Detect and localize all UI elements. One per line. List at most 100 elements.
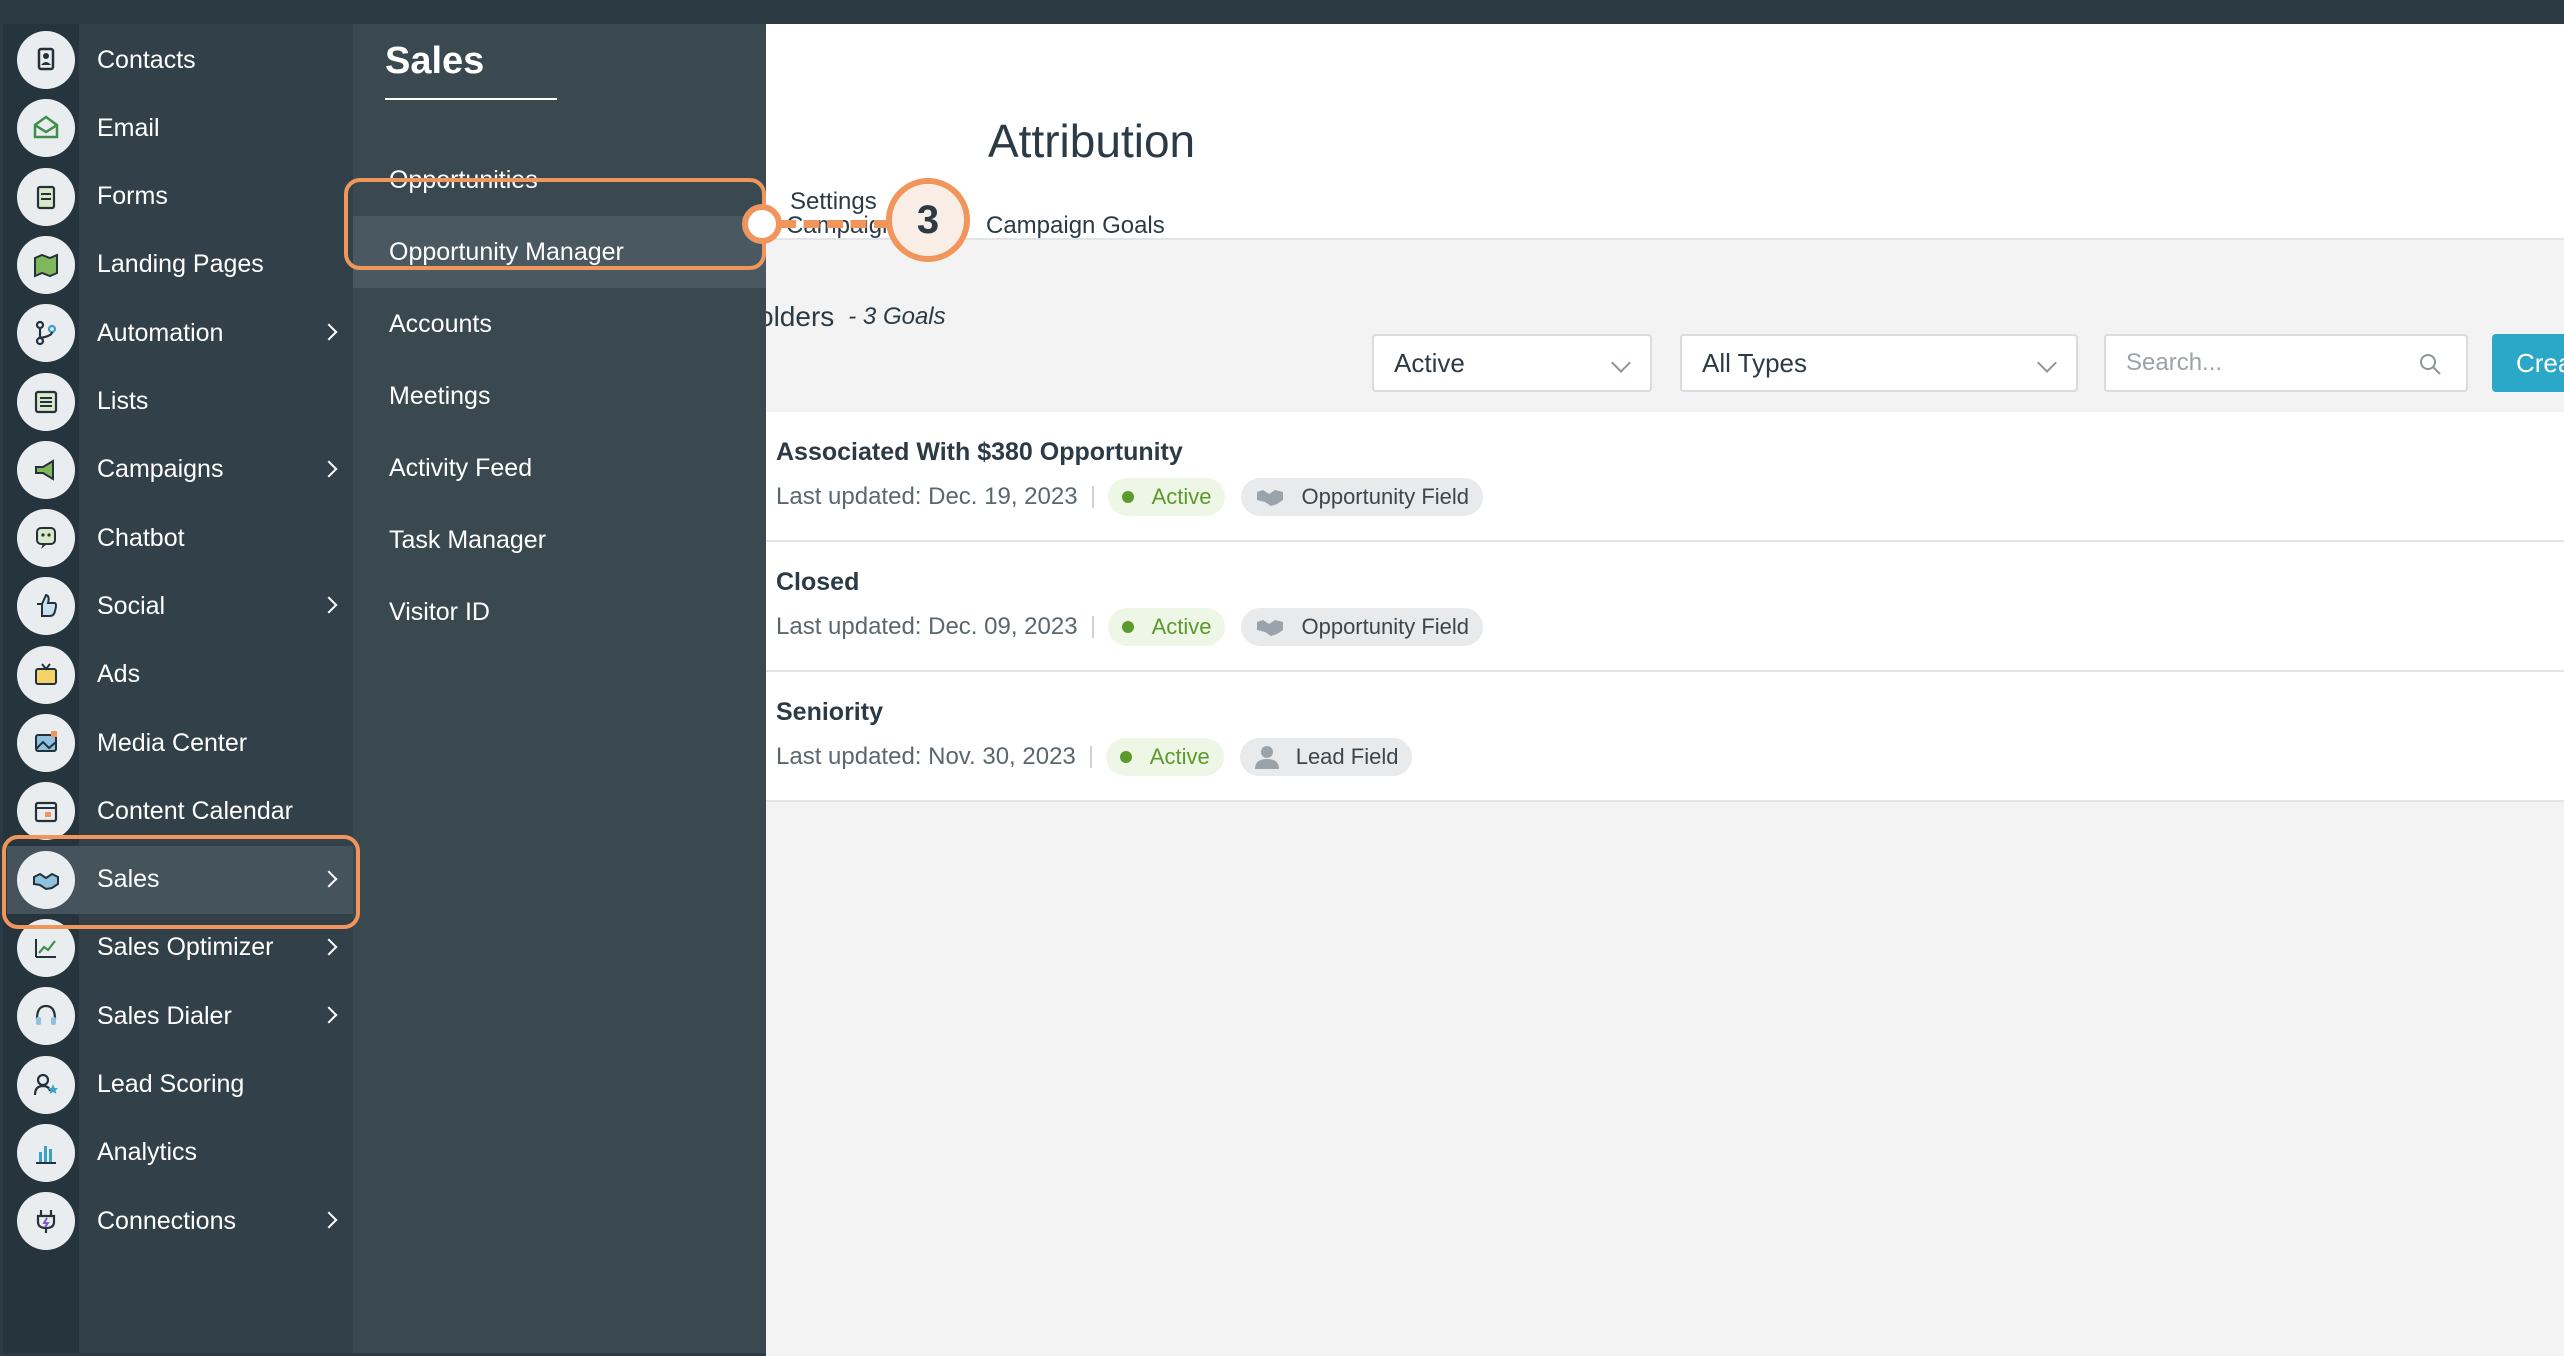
chevron-right-icon <box>320 1006 338 1024</box>
goal-updated: Last updated: Dec. 09, 2023 <box>776 615 1094 639</box>
search-input[interactable] <box>2106 336 2394 390</box>
chevron-right-icon <box>320 460 338 478</box>
submenu-item-accounts[interactable]: Accounts <box>353 288 766 360</box>
nav-item-label: Automation <box>97 318 224 347</box>
nav-item-media-center[interactable]: Media Center <box>7 709 353 777</box>
submenu-title: Sales <box>385 40 485 82</box>
thumbs-up-icon <box>17 577 75 636</box>
chevron-down-icon <box>2037 353 2057 373</box>
nav-item-content-calendar[interactable]: Content Calendar <box>7 777 353 845</box>
goal-title[interactable]: Closed <box>776 568 859 597</box>
nav-item-social[interactable]: Social <box>7 572 353 640</box>
field-type-badge: Opportunity Field <box>1241 608 1484 646</box>
status-dot-icon <box>1121 621 1134 633</box>
type-filter-select[interactable]: All Types <box>1680 334 2078 392</box>
nav-item-label: Lists <box>97 387 149 415</box>
main-nav: Contacts Email Forms Landing Pages Automatio… <box>7 24 353 1353</box>
nav-item-label: Email <box>97 113 160 142</box>
nav-item-chatbot[interactable]: Chatbot <box>7 504 353 572</box>
chevron-right-icon <box>320 1211 338 1229</box>
chevron-right-icon <box>320 938 338 956</box>
goal-updated: Last updated: Dec. 19, 2023 <box>776 485 1094 509</box>
goal-row[interactable]: Seniority Last updated: Nov. 30, 2023 Ac… <box>766 672 2564 802</box>
field-type-label: Opportunity Field <box>1301 614 1470 639</box>
nav-item-lists[interactable]: Lists <box>7 368 353 436</box>
nav-item-sales-optimizer[interactable]: Sales Optimizer <box>7 914 353 982</box>
search-box <box>2104 334 2468 392</box>
create-goal-label: Create <box>2516 347 2564 378</box>
tab-campaign-goals[interactable]: Campaign Goals <box>986 212 1165 240</box>
goal-updated: Last updated: Nov. 30, 2023 <box>776 745 1092 769</box>
nav-item-label: Lead Scoring <box>97 1070 245 1098</box>
handshake-icon <box>1257 490 1284 506</box>
nav-item-label: Social <box>97 591 166 620</box>
goal-title[interactable]: Associated With $380 Opportunity <box>776 438 1183 467</box>
nav-item-label: Connections <box>97 1206 236 1235</box>
submenu-item-opportunity-manager[interactable]: Opportunity Manager <box>353 216 766 288</box>
nav-item-label: Sales Dialer <box>97 1001 232 1030</box>
sales-submenu: Sales Opportunities Opportunity Manager Ac… <box>353 24 766 1353</box>
chatbot-icon <box>17 509 75 568</box>
submenu-item-meetings[interactable]: Meetings <box>353 360 766 432</box>
nav-item-connections[interactable]: Connections <box>7 1187 353 1255</box>
submenu-item-opportunities[interactable]: Opportunities <box>353 144 766 216</box>
nav-item-label: Media Center <box>97 728 248 757</box>
create-goal-button[interactable]: Create <box>2492 334 2564 392</box>
handshake-icon <box>1257 620 1284 636</box>
chevron-right-icon <box>320 323 338 341</box>
callout-anchor-dot <box>742 204 782 244</box>
nav-item-contacts[interactable]: Contacts <box>7 26 353 94</box>
nav-item-campaigns[interactable]: Campaigns <box>7 436 353 504</box>
nav-item-lead-scoring[interactable]: Lead Scoring <box>7 1051 353 1119</box>
status-dot-icon <box>1119 751 1132 763</box>
goal-row[interactable]: Associated With $380 Opportunity Last up… <box>766 412 2564 542</box>
contacts-icon <box>17 31 75 89</box>
nav-item-label: Analytics <box>97 1138 198 1167</box>
nav-item-landing-pages[interactable]: Landing Pages <box>7 231 353 299</box>
nav-item-label: Sales Optimizer <box>97 933 274 962</box>
goal-row[interactable]: Closed Last updated: Dec. 09, 2023 Activ… <box>766 542 2564 672</box>
chart-up-icon <box>17 918 75 977</box>
image-icon <box>17 714 75 772</box>
status-badge: Active <box>1107 478 1226 516</box>
nav-item-label: Campaigns <box>97 455 224 484</box>
list-icon <box>17 372 75 431</box>
status-badge-label: Active <box>1151 614 1212 639</box>
nav-item-email[interactable]: Email <box>7 94 353 162</box>
plug-icon <box>17 1192 75 1251</box>
chevron-right-icon <box>320 596 338 614</box>
envelope-icon <box>17 99 75 158</box>
submenu-item-activity-feed[interactable]: Activity Feed <box>353 432 766 504</box>
nav-item-label: Chatbot <box>97 523 185 552</box>
nav-item-sales[interactable]: Sales <box>7 845 353 914</box>
map-icon <box>17 235 75 294</box>
tab-settings[interactable]: Settings <box>790 188 877 216</box>
nav-item-sales-dialer[interactable]: Sales Dialer <box>7 982 353 1050</box>
user-star-icon <box>17 1055 75 1114</box>
goal-meta: Last updated: Dec. 09, 2023 Active Oppor… <box>776 608 1484 646</box>
goal-meta: Last updated: Nov. 30, 2023 Active Lead … <box>776 738 1413 776</box>
status-filter-select[interactable]: Active <box>1372 334 1652 392</box>
person-icon <box>1254 746 1279 769</box>
chevron-right-icon <box>320 870 338 888</box>
status-dot-icon <box>1121 491 1134 503</box>
nav-item-analytics[interactable]: Analytics <box>7 1119 353 1187</box>
nav-item-label: Landing Pages <box>97 250 264 279</box>
goals-content: All Folders - 3 Goals Active All Types C… <box>702 240 2564 1356</box>
bar-chart-icon <box>17 1123 75 1182</box>
status-badge-label: Active <box>1149 744 1210 769</box>
nav-item-automation[interactable]: Automation <box>7 299 353 367</box>
nav-item-forms[interactable]: Forms <box>7 163 353 231</box>
callout-connector <box>780 220 890 228</box>
calendar-icon <box>17 782 75 841</box>
search-icon[interactable] <box>2418 352 2442 376</box>
submenu-item-visitor-id[interactable]: Visitor ID <box>353 576 766 648</box>
branch-icon <box>17 304 75 363</box>
goal-title[interactable]: Seniority <box>776 698 883 727</box>
nav-item-ads[interactable]: Ads <box>7 641 353 709</box>
nav-item-label: Content Calendar <box>97 796 293 825</box>
filter-bar: Active All Types Create <box>766 334 2564 394</box>
submenu-item-task-manager[interactable]: Task Manager <box>353 504 766 576</box>
status-badge: Active <box>1107 608 1226 646</box>
field-type-badge: Opportunity Field <box>1241 478 1484 516</box>
